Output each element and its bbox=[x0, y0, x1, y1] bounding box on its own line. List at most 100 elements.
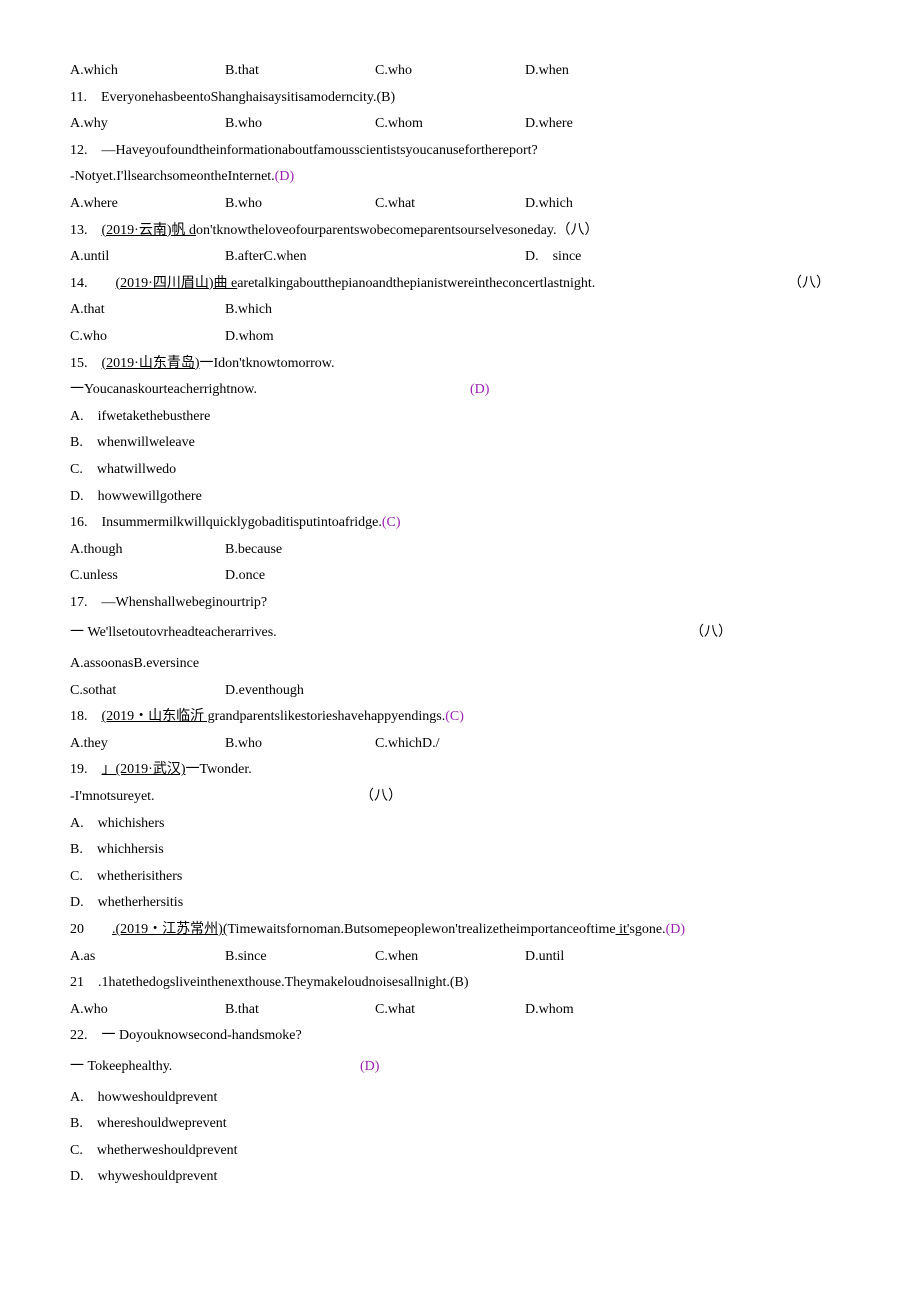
q15-line2: 一Youcanaskourteacherrightnow. (D) bbox=[70, 377, 850, 404]
q17-opt-c: C.sothat bbox=[70, 678, 225, 705]
q12-answer: (D) bbox=[275, 169, 294, 184]
q16-options-2: C.unless D.once bbox=[70, 563, 850, 590]
q22-line2-text: 一 Tokeephealthy. bbox=[70, 1059, 172, 1074]
q19-opt-c: C. whetherisithers bbox=[70, 864, 850, 891]
q12-opt-b: B.who bbox=[225, 191, 375, 218]
q20-options: A.as B.since C.when D.until bbox=[70, 944, 850, 971]
q22-opt-b: B. whereshouldweprevent bbox=[70, 1111, 850, 1138]
q22-line2: 一 Tokeephealthy. (D) bbox=[70, 1054, 850, 1081]
q17-line2-text: 一 We'llsetoutovrheadteacherarrives. bbox=[70, 625, 277, 640]
q13-opt-a: A.until bbox=[70, 244, 225, 271]
q22-opt-c: C. whetherweshouldprevent bbox=[70, 1138, 850, 1165]
q20-blank: it' bbox=[616, 922, 630, 937]
q19-opt-a: A. whichishers bbox=[70, 811, 850, 838]
q20-opt-b: B.since bbox=[225, 944, 375, 971]
q16-opt-a: A.though bbox=[70, 537, 225, 564]
q14-stem-pre: 14. bbox=[70, 276, 116, 291]
q14-source: (2019·四川眉山)曲 e bbox=[116, 276, 238, 291]
q18-stem: 18. (2019・山东临沂 grandparentslikestoriesha… bbox=[70, 704, 850, 731]
q12-opt-d: D.which bbox=[525, 191, 573, 218]
q11-opt-b: B.who bbox=[225, 111, 375, 138]
q22-stem: 22. 一 Doyouknowsecond-handsmoke? bbox=[70, 1023, 850, 1050]
q20-opt-a: A.as bbox=[70, 944, 225, 971]
q19-line2-text: -I'mnotsureyet. bbox=[70, 789, 155, 804]
q16-answer: (C) bbox=[382, 515, 401, 530]
q13-source: (2019·云南)帆 d bbox=[102, 223, 197, 238]
q14-opt-b: B.which bbox=[225, 297, 375, 324]
q15-answer: (D) bbox=[470, 377, 489, 404]
q14-answer: （八） bbox=[788, 271, 830, 298]
q20-opt-d: D.until bbox=[525, 944, 564, 971]
q18-options: A.they B.who C.whichD./ bbox=[70, 731, 850, 758]
q15-stem: 15. (2019·山东青岛)一Idon'tknowtomorrow. bbox=[70, 351, 850, 378]
q10-opt-c: C.who bbox=[375, 58, 525, 85]
q20-source: .(2019・江苏常州)( bbox=[112, 922, 228, 937]
q15-opt-b: B. whenwillweleave bbox=[70, 430, 850, 457]
q14-options-1: A.that B.which bbox=[70, 297, 850, 324]
q12-opt-c: C.what bbox=[375, 191, 525, 218]
q15-source: (2019·山东青岛) bbox=[102, 356, 200, 371]
q16-opt-c: C.unless bbox=[70, 563, 225, 590]
q15-opt-c: C. whatwillwedo bbox=[70, 457, 850, 484]
q10-options: A.which B.that C.who D.when bbox=[70, 58, 850, 85]
q12-stem-2: -Notyet.I'llsearchsomeontheInternet.(D) bbox=[70, 164, 850, 191]
q22-opt-a: A. howweshouldprevent bbox=[70, 1085, 850, 1112]
q21-opt-a: A.who bbox=[70, 997, 225, 1024]
q20-stem: 20 .(2019・江苏常州)(Timewaitsfornoman.Butsom… bbox=[70, 917, 850, 944]
q20-answer: (D) bbox=[666, 922, 685, 937]
q13-stem: 13. (2019·云南)帆 don'tknowtheloveofourpare… bbox=[70, 218, 850, 245]
q10-opt-a: A.which bbox=[70, 58, 225, 85]
q13-opt-d: D. since bbox=[525, 244, 581, 271]
q14-stem-post: aretalkingaboutthepianoandthepianistwere… bbox=[237, 276, 595, 291]
q18-stem-pre: 18. bbox=[70, 709, 102, 724]
q17-options-2: C.sothat D.eventhough bbox=[70, 678, 850, 705]
q13-options: A.until B.afterC.when D. since bbox=[70, 244, 850, 271]
q18-opt-b: B.who bbox=[225, 731, 375, 758]
q14-opt-a: A.that bbox=[70, 297, 225, 324]
q21-stem: 21 .1hatethedogsliveinthenexthouse.Theym… bbox=[70, 970, 850, 997]
q20-opt-c: C.when bbox=[375, 944, 525, 971]
q21-options: A.who B.that C.what D.whom bbox=[70, 997, 850, 1024]
q16-options-1: A.though B.because bbox=[70, 537, 850, 564]
q12-opt-a: A.where bbox=[70, 191, 225, 218]
q12-stem-1: 12. —Haveyoufoundtheinformationaboutfamo… bbox=[70, 138, 850, 165]
q17-line2: 一 We'llsetoutovrheadteacherarrives. （八） bbox=[70, 620, 850, 647]
q16-stem: 16. Insummermilkwillquicklygobaditisputi… bbox=[70, 510, 850, 537]
q17-stem: 17. —Whenshallwebeginourtrip? bbox=[70, 590, 850, 617]
q15-stem-post: 一Idon'tknowtomorrow. bbox=[200, 356, 335, 371]
q11-stem: 11. EveryonehasbeentoShanghaisaysitisamo… bbox=[70, 85, 850, 112]
q20-stem-mid: Timewaitsfornoman.Butsomepeoplewon'treal… bbox=[228, 922, 616, 937]
q19-opt-d: D. whetherhersitis bbox=[70, 890, 850, 917]
q22-opt-d: D. whyweshouldprevent bbox=[70, 1164, 850, 1191]
q15-opt-a: A. ifwetakethebusthere bbox=[70, 404, 850, 431]
q20-stem-end: sgone. bbox=[629, 922, 665, 937]
q15-line2-text: 一Youcanaskourteacherrightnow. bbox=[70, 382, 257, 397]
q21-opt-b: B.that bbox=[225, 997, 375, 1024]
q11-opt-a: A.why bbox=[70, 111, 225, 138]
q13-opt-bc: B.afterC.when bbox=[225, 244, 525, 271]
q18-opt-cd: C.whichD./ bbox=[375, 731, 525, 758]
q22-answer: (D) bbox=[360, 1054, 379, 1081]
q13-stem-post: on'tknowtheloveofourparentswobecomeparen… bbox=[196, 223, 598, 238]
q17-answer: （八） bbox=[690, 620, 732, 647]
q14-stem: 14. (2019·四川眉山)曲 earetalkingaboutthepian… bbox=[70, 271, 850, 298]
q19-stem: 19. 」(2019·武汉)一Twonder. bbox=[70, 757, 850, 784]
q10-opt-b: B.that bbox=[225, 58, 375, 85]
q14-opt-c: C.who bbox=[70, 324, 225, 351]
q12-stem-2-text: -Notyet.I'llsearchsomeontheInternet. bbox=[70, 169, 275, 184]
q21-opt-c: C.what bbox=[375, 997, 525, 1024]
q19-line2: -I'mnotsureyet. （八） bbox=[70, 784, 850, 811]
q11-opt-c: C.whom bbox=[375, 111, 525, 138]
q11-options: A.why B.who C.whom D.where bbox=[70, 111, 850, 138]
q18-answer: (C) bbox=[445, 709, 464, 724]
q16-opt-b: B.because bbox=[225, 537, 375, 564]
q13-stem-pre: 13. bbox=[70, 223, 102, 238]
q18-stem-post: randparentslikestorieshavehappyendings. bbox=[215, 709, 446, 724]
q11-opt-d: D.where bbox=[525, 111, 573, 138]
q16-stem-text: 16. Insummermilkwillquicklygobaditisputi… bbox=[70, 515, 382, 530]
q16-opt-d: D.once bbox=[225, 563, 375, 590]
q14-options-2: C.who D.whom bbox=[70, 324, 850, 351]
q19-source: 」(2019·武汉) bbox=[102, 762, 186, 777]
q19-stem-pre: 19. bbox=[70, 762, 102, 777]
q19-stem-post: 一Twonder. bbox=[186, 762, 252, 777]
